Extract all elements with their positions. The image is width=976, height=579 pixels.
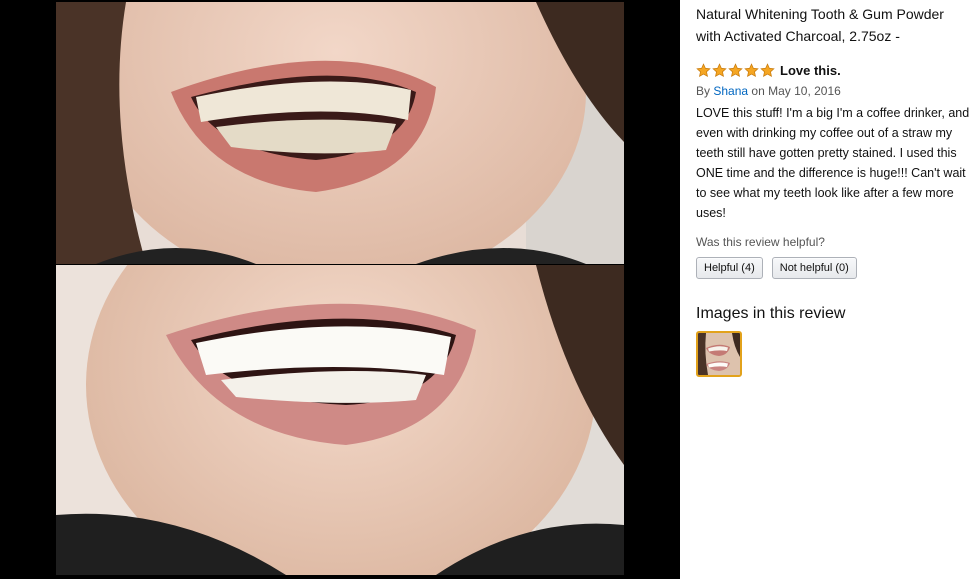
review-header: Love this. bbox=[696, 61, 976, 79]
star-icon bbox=[744, 62, 759, 77]
review-panel: Natural Whitening Tooth & Gum Powder wit… bbox=[680, 0, 976, 579]
author-link[interactable]: Shana bbox=[713, 84, 748, 98]
helpful-button[interactable]: Helpful (4) bbox=[696, 257, 763, 279]
review-image-thumbnail[interactable] bbox=[696, 331, 742, 377]
byline-prefix: By bbox=[696, 84, 711, 98]
vote-buttons: Helpful (4) Not helpful (0) bbox=[696, 257, 976, 279]
before-photo bbox=[56, 2, 624, 264]
after-photo bbox=[56, 265, 624, 575]
review-body: LOVE this stuff! I'm a big I'm a coffee … bbox=[696, 106, 970, 220]
star-rating bbox=[696, 62, 775, 78]
helpful-question: Was this review helpful? bbox=[696, 235, 825, 249]
before-photo-image bbox=[56, 2, 624, 264]
product-title[interactable]: Natural Whitening Tooth & Gum Powder wit… bbox=[696, 0, 966, 47]
star-icon bbox=[760, 62, 775, 77]
review-title[interactable]: Love this. bbox=[780, 63, 841, 78]
review-image-viewer bbox=[0, 0, 680, 579]
images-section-heading: Images in this review bbox=[696, 305, 846, 322]
review-byline: By Shana on May 10, 2016 bbox=[696, 83, 976, 99]
star-icon bbox=[712, 62, 727, 77]
star-icon bbox=[728, 62, 743, 77]
star-icon bbox=[696, 62, 711, 77]
after-photo-image bbox=[56, 265, 624, 575]
thumbnail-image bbox=[698, 333, 740, 375]
review-date: on May 10, 2016 bbox=[751, 84, 841, 98]
not-helpful-button[interactable]: Not helpful (0) bbox=[771, 257, 857, 279]
